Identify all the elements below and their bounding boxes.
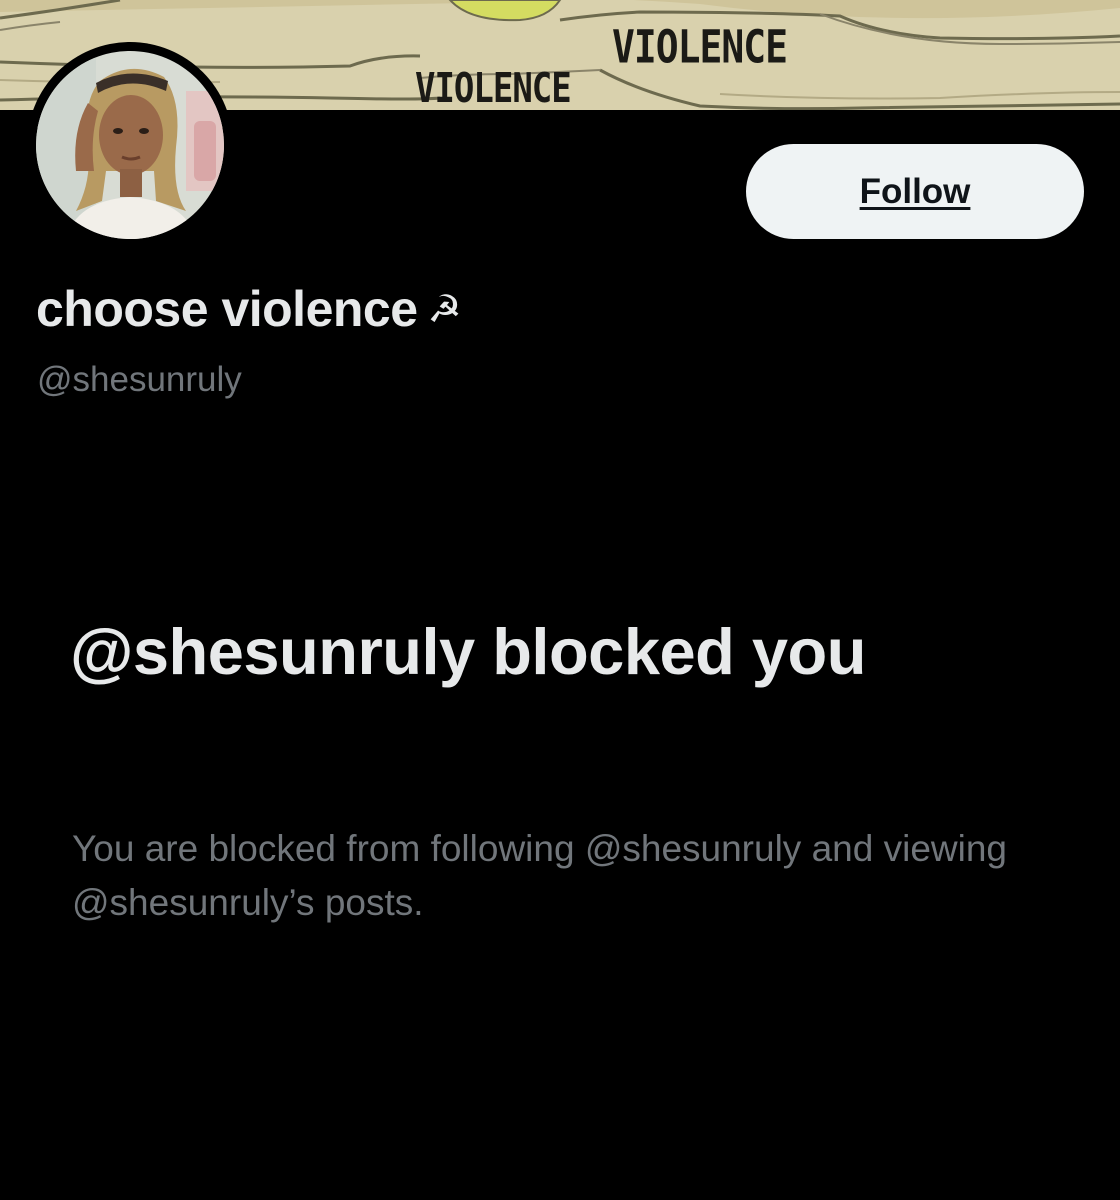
profile-handle: @shesunruly (37, 360, 242, 399)
hammer-sickle-emoji: ☭ (427, 287, 462, 331)
avatar-photo (36, 51, 224, 239)
profile-avatar[interactable] (27, 42, 233, 248)
blocked-title: @shesunruly blocked you (70, 615, 866, 688)
display-name: choose violence (36, 281, 418, 337)
banner-label-left: VIOLENCE (415, 64, 571, 110)
display-name-row: choose violence ☭ (36, 280, 462, 338)
blocked-description: You are blocked from following @shesunru… (72, 828, 1007, 923)
banner-label-right: VIOLENCE (612, 20, 787, 73)
follow-button[interactable]: Follow (746, 144, 1084, 239)
follow-button-label: Follow (859, 171, 971, 211)
